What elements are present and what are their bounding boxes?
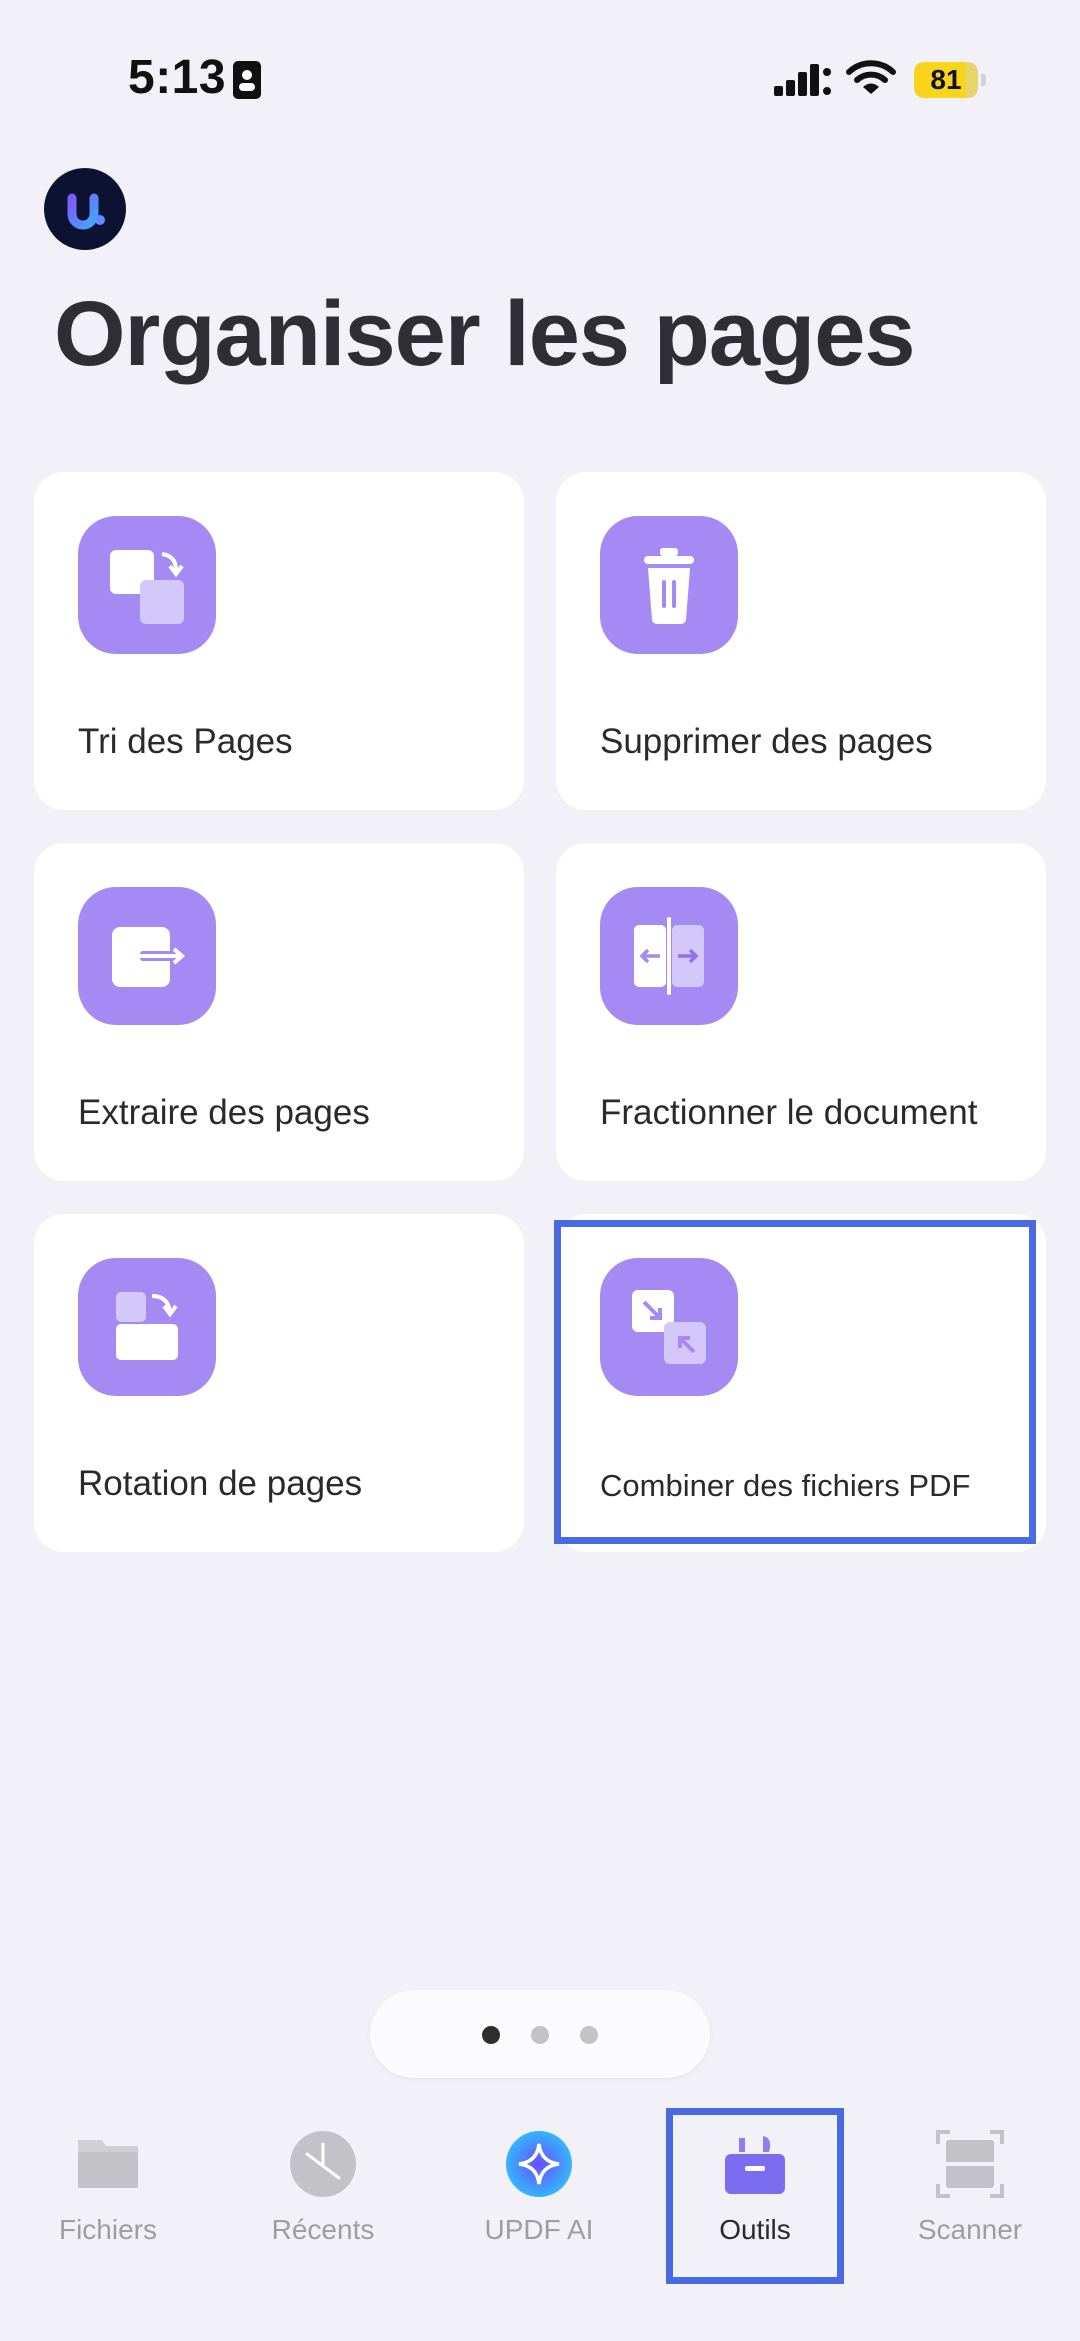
- extract-pages-icon: [78, 887, 216, 1025]
- scanner-icon: [934, 2128, 1006, 2200]
- tool-extract-pages[interactable]: Extraire des pages: [34, 843, 524, 1181]
- tab-updf-ai[interactable]: UPDF AI: [449, 2128, 629, 2248]
- contact-card-icon: [232, 60, 262, 100]
- sort-pages-icon: [78, 516, 216, 654]
- page-dot-active[interactable]: [482, 2026, 500, 2044]
- status-time: 5:13: [128, 51, 227, 104]
- status-bar: 5:13 81: [0, 0, 1080, 150]
- rotate-pages-icon: [78, 1258, 216, 1396]
- tool-label: Rotation de pages: [78, 1464, 363, 1503]
- tool-label: Fractionner le document: [600, 1093, 978, 1132]
- clock-icon: [287, 2128, 359, 2200]
- page-title: Organiser les pages: [54, 283, 916, 385]
- tool-rotate-pages[interactable]: Rotation de pages: [34, 1214, 524, 1552]
- page-dot[interactable]: [531, 2026, 549, 2044]
- battery-level: 81: [930, 64, 962, 95]
- tool-label: Supprimer des pages: [600, 722, 933, 761]
- tool-delete-pages[interactable]: Supprimer des pages: [556, 472, 1046, 810]
- tool-sort-pages[interactable]: Tri des Pages: [34, 472, 524, 810]
- updf-logo-icon[interactable]: [44, 168, 126, 250]
- trash-icon: [600, 516, 738, 654]
- ai-sparkle-icon: [503, 2128, 575, 2200]
- tab-label: Scanner: [917, 2214, 1023, 2245]
- tool-split-document[interactable]: Fractionner le document: [556, 843, 1046, 1181]
- page-dot[interactable]: [580, 2026, 598, 2044]
- battery-icon: 81: [914, 62, 986, 98]
- tab-label: Fichiers: [58, 2214, 157, 2245]
- tab-recents[interactable]: Récents: [233, 2128, 413, 2248]
- cellular-signal-icon: [774, 60, 832, 100]
- highlight-frame: [666, 2108, 844, 2284]
- tab-label: UPDF AI: [484, 2214, 594, 2245]
- split-document-icon: [600, 887, 738, 1025]
- highlight-frame: [554, 1220, 1036, 1544]
- tab-files[interactable]: Fichiers: [18, 2128, 198, 2248]
- wifi-icon: [846, 58, 896, 98]
- tool-label: Extraire des pages: [78, 1093, 370, 1132]
- folder-icon: [72, 2128, 144, 2200]
- tab-label: Récents: [271, 2214, 375, 2245]
- page-indicator[interactable]: [370, 1990, 710, 2078]
- tab-scanner[interactable]: Scanner: [880, 2128, 1060, 2248]
- tool-label: Tri des Pages: [78, 722, 293, 761]
